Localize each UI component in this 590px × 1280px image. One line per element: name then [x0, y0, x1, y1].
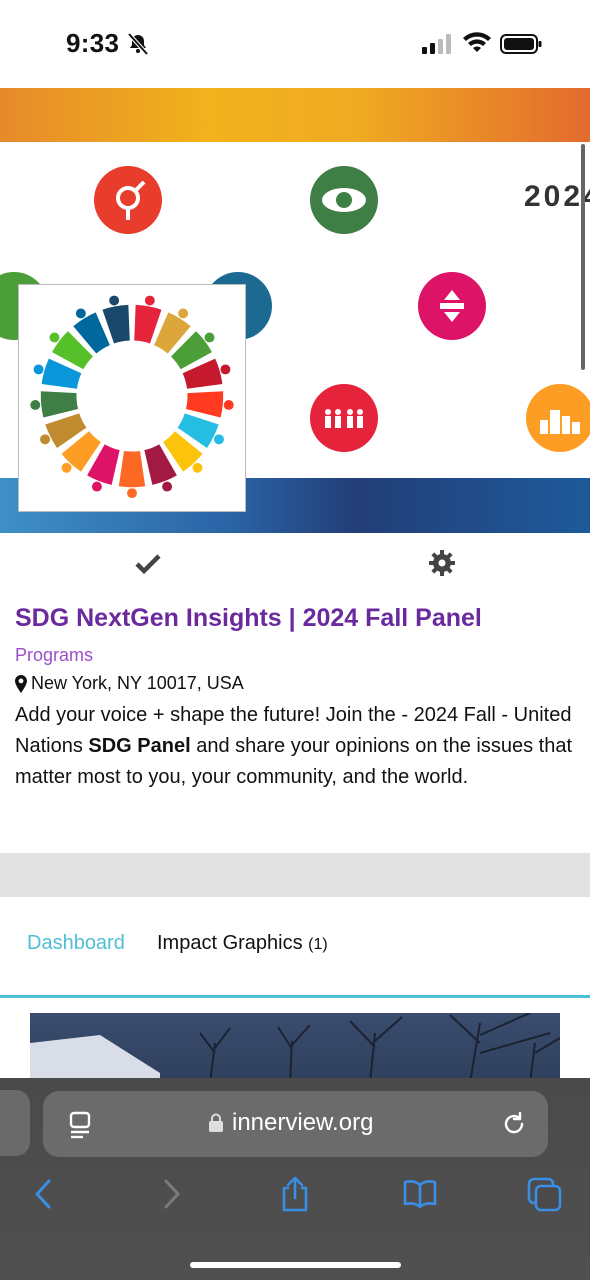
- sdg-wheel-dot: [162, 481, 173, 492]
- photo-scene: [30, 1013, 560, 1083]
- previous-tab-preview[interactable]: [0, 1090, 30, 1156]
- sdg-wheel-dot: [109, 295, 120, 306]
- event-actions: [0, 533, 590, 593]
- event-banner: 2024: [0, 88, 590, 533]
- checkmark-icon[interactable]: [134, 549, 162, 577]
- back-icon[interactable]: [26, 1176, 62, 1212]
- tab-dashboard[interactable]: Dashboard: [27, 932, 125, 955]
- map-pin-icon: [15, 674, 27, 693]
- lock-icon: [209, 1113, 223, 1132]
- status-time: 9:33: [66, 28, 120, 58]
- banner-scrollbar[interactable]: [581, 144, 585, 370]
- tabs-icon[interactable]: [527, 1176, 563, 1212]
- sdg-wheel-dot: [192, 462, 203, 473]
- cellular-signal-icon: [422, 34, 451, 54]
- sdg-wheel-dot: [127, 488, 137, 499]
- event-description: Add your voice + shape the future! Join …: [15, 700, 575, 793]
- sdg-wheel-dot: [75, 308, 86, 319]
- address-bar-url: innerview.org: [232, 1109, 374, 1136]
- sdg-inequality-icon: [418, 272, 486, 340]
- tab-impact-graphics[interactable]: Impact Graphics (1): [157, 932, 328, 955]
- sdg-gender-icon: [94, 166, 162, 234]
- page-menu-icon[interactable]: [67, 1111, 93, 1139]
- home-indicator: [190, 1262, 401, 1268]
- event-category-link[interactable]: Programs: [15, 645, 93, 666]
- event-location: New York, NY 10017, USA: [15, 673, 244, 694]
- sdg-wheel-segment: [118, 450, 146, 488]
- sdg-cities-icon: [526, 384, 590, 452]
- browser-toolbar: innerview.org: [0, 1078, 590, 1280]
- reload-icon[interactable]: [501, 1111, 527, 1137]
- event-logo: [18, 284, 246, 512]
- impact-photo[interactable]: [30, 1013, 560, 1083]
- sdg-wheel-segment: [40, 391, 79, 418]
- bookmarks-icon[interactable]: [402, 1176, 438, 1212]
- sdg-wheel-logo-icon: [30, 295, 234, 499]
- tab-underline: [0, 995, 590, 998]
- sdg-wheel-dot: [49, 332, 60, 343]
- sdg-wheel-dot: [91, 481, 102, 492]
- status-bar: 9:33: [0, 0, 590, 88]
- sdg-climate-eye-icon: [310, 166, 378, 234]
- sdg-wheel-dot: [178, 308, 189, 319]
- sdg-wheel-dot: [204, 332, 215, 343]
- sdg-wheel-dot: [40, 434, 50, 445]
- bell-muted-icon: [127, 32, 149, 56]
- sdg-wheel-dot: [33, 364, 44, 375]
- sdg-wheel-dot: [144, 295, 155, 306]
- tab-impact-graphics-label: Impact Graphics: [157, 932, 303, 954]
- share-icon[interactable]: [277, 1176, 313, 1212]
- sdg-wheel-dot: [30, 400, 41, 410]
- sdg-wheel-dot: [223, 400, 234, 410]
- tab-impact-graphics-count: (1): [308, 936, 328, 953]
- description-bold-text: SDG Panel: [88, 735, 191, 757]
- wifi-icon: [463, 32, 491, 52]
- battery-icon: [500, 34, 542, 54]
- sdg-wheel-segment: [185, 391, 224, 418]
- event-title[interactable]: SDG NextGen Insights | 2024 Fall Panel: [15, 604, 482, 633]
- address-bar[interactable]: innerview.org: [43, 1091, 548, 1157]
- banner-top-stripe: [0, 88, 590, 142]
- section-divider: [0, 853, 590, 897]
- sdg-wheel-dot: [61, 462, 72, 473]
- sdg-wheel-dot: [214, 434, 224, 445]
- forward-icon[interactable]: [153, 1176, 189, 1212]
- sdg-poverty-icon: [310, 384, 378, 452]
- event-location-text: New York, NY 10017, USA: [31, 673, 244, 693]
- sdg-wheel-dot: [220, 364, 231, 375]
- gear-icon[interactable]: [428, 549, 456, 577]
